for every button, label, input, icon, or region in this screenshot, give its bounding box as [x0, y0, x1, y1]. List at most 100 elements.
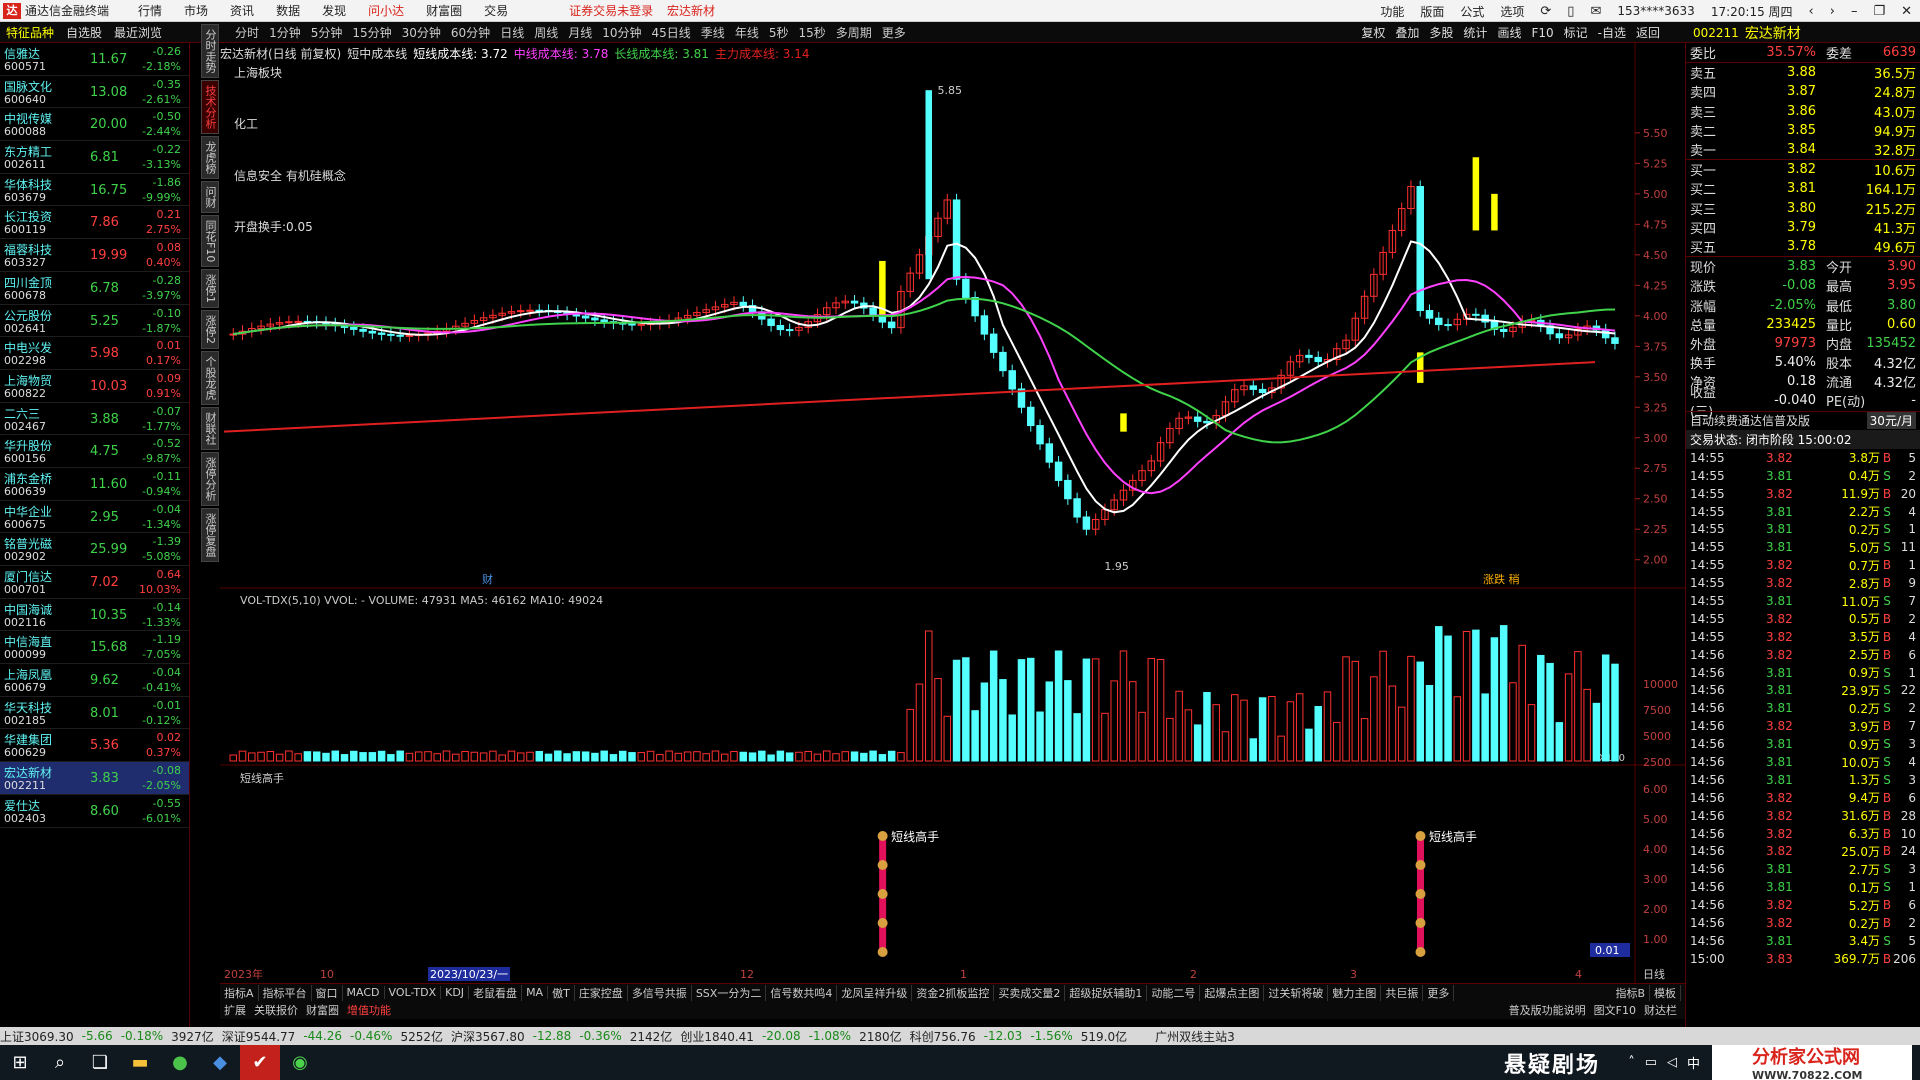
stock-list-item[interactable]: 上海凤凰 600679 9.62 -0.04 -0.41%: [0, 664, 189, 697]
stock-list-item[interactable]: 华升股份 600156 4.75 -0.52 -9.87%: [0, 435, 189, 468]
menu-shuju[interactable]: 数据: [265, 2, 311, 19]
period-60m[interactable]: 60分钟: [446, 24, 495, 41]
browser-icon[interactable]: ●: [160, 1045, 200, 1080]
app-blue-icon[interactable]: ◆: [200, 1045, 240, 1080]
menu-gongneng[interactable]: 功能: [1372, 3, 1412, 20]
stock-list-item[interactable]: 东方精工 002611 6.81 -0.22 -3.13%: [0, 141, 189, 174]
ask-row[interactable]: 卖四 3.87 24.8万: [1686, 82, 1920, 101]
sub-tab-right[interactable]: 财达栏: [1640, 1002, 1681, 1018]
indicator-tab[interactable]: 起爆点主图: [1200, 984, 1265, 1001]
indicator-tab-right[interactable]: 模板: [1650, 984, 1681, 1001]
period-15m[interactable]: 15分钟: [347, 24, 396, 41]
promo-row[interactable]: 自动续费通达信普及版 30元/月: [1686, 410, 1920, 430]
menu-zixun[interactable]: 资讯: [219, 2, 265, 19]
side-tab[interactable]: 分时走势: [201, 24, 219, 78]
side-tab[interactable]: 涨停1: [201, 269, 219, 309]
stock-list-item[interactable]: 国脉文化 600640 13.08 -0.35 -2.61%: [0, 76, 189, 109]
indicator-tab[interactable]: 动能二号: [1147, 984, 1201, 1001]
stock-list-item[interactable]: 铭普光磁 002902 25.99 -1.39 -5.08%: [0, 533, 189, 566]
side-tab[interactable]: 涨停2: [201, 310, 219, 350]
period-5s[interactable]: 5秒: [764, 24, 794, 41]
maximize-icon[interactable]: ❐: [1865, 4, 1893, 19]
stock-list-item[interactable]: 爱仕达 002403 8.60 -0.55 -6.01%: [0, 795, 189, 828]
sub-tab-right[interactable]: 图文F10: [1590, 1002, 1640, 1018]
forward-icon[interactable]: ›: [1822, 4, 1843, 19]
period-45d[interactable]: 45日线: [647, 24, 696, 41]
stock-list-item[interactable]: 公元股份 002641 5.25 -0.10 -1.87%: [0, 305, 189, 338]
tool-huaxian[interactable]: 画线: [1492, 24, 1526, 41]
close-icon[interactable]: ✕: [1893, 4, 1920, 19]
tool-diejia[interactable]: 叠加: [1390, 24, 1424, 41]
menu-jiaoyi[interactable]: 交易: [473, 2, 519, 19]
side-tab[interactable]: 涨停分析: [201, 452, 219, 507]
stock-list-item[interactable]: 中华企业 600675 2.95 -0.04 -1.34%: [0, 501, 189, 534]
period-1m[interactable]: 1分钟: [264, 24, 306, 41]
wechat-icon[interactable]: ◉: [280, 1045, 320, 1080]
period-quarter[interactable]: 季线: [696, 24, 730, 41]
side-tab[interactable]: 问财: [201, 181, 219, 213]
menu-faxian[interactable]: 发现: [311, 2, 357, 19]
chart-area[interactable]: 宏达新材(日线 前复权) 短中成本线 短线成本线: 3.72 中线成本线: 3.…: [220, 43, 1685, 983]
stock-list-item[interactable]: 中国海诚 002116 10.35 -0.14 -1.33%: [0, 599, 189, 632]
tool-fuquan[interactable]: 复权: [1356, 24, 1390, 41]
indicator-tab[interactable]: 信号数共鸣4: [766, 984, 838, 1001]
indicator-tab[interactable]: 指标A: [220, 984, 259, 1001]
list-header-zixuan[interactable]: 自选股: [60, 24, 108, 41]
indicator-tab[interactable]: 更多: [1423, 984, 1455, 1001]
bid-row[interactable]: 买一 3.82 10.6万: [1686, 160, 1920, 179]
indicator-tab[interactable]: KDJ: [441, 986, 470, 999]
period-5m[interactable]: 5分钟: [306, 24, 348, 41]
period-10m[interactable]: 10分钟: [597, 24, 646, 41]
stock-list-item[interactable]: 中视传媒 600088 20.00 -0.50 -2.44%: [0, 108, 189, 142]
server-name[interactable]: 广州双线主站3: [1155, 1028, 1235, 1045]
tool-zixuan[interactable]: -自选: [1593, 24, 1631, 41]
indicator-tab[interactable]: MA: [522, 986, 549, 999]
chart-svg[interactable]: 5.50 5.25 5.00 4.75 4.50 4.25 4.00 3.75 3.50 3.25…: [220, 43, 1685, 983]
side-tab[interactable]: 财联社: [201, 407, 219, 451]
network-icon[interactable]: ▭: [1645, 1055, 1657, 1070]
stock-list-item[interactable]: 长江投资 600119 7.86 0.21 2.75%: [0, 206, 189, 240]
tdx-app-icon[interactable]: ✔: [240, 1045, 280, 1080]
sub-tab[interactable]: 扩展: [220, 1002, 250, 1018]
ask-row[interactable]: 卖三 3.86 43.0万: [1686, 102, 1920, 121]
indicator-tab[interactable]: SSX一分为二: [692, 984, 767, 1001]
indicator-tab-right[interactable]: 指标B: [1611, 984, 1650, 1001]
sub-tab-right[interactable]: 普及版功能说明: [1505, 1002, 1590, 1018]
file-explorer-icon[interactable]: ▬: [120, 1045, 160, 1080]
indicator-tab[interactable]: 过关斩将破: [1264, 984, 1329, 1001]
side-tab[interactable]: 同花F10: [201, 215, 219, 268]
taskbar-banner[interactable]: 悬疑剧场: [1504, 1047, 1600, 1079]
indicator-tab[interactable]: 资金2抓板监控: [912, 984, 995, 1001]
indicator-tab[interactable]: 共巨振: [1381, 984, 1424, 1001]
stock-list-item[interactable]: 四川金顶 600678 6.78 -0.28 -3.97%: [0, 272, 189, 305]
stock-list-item[interactable]: 华建集团 600629 5.36 0.02 0.37%: [0, 729, 189, 763]
stock-list-item[interactable]: 华天科技 002185 8.01 -0.01 -0.12%: [0, 697, 189, 730]
indicator-tab[interactable]: 龙凤呈祥升级: [837, 984, 913, 1001]
bid-row[interactable]: 买五 3.78 49.6万: [1686, 237, 1920, 256]
indicator-tab[interactable]: MACD: [343, 986, 385, 999]
indicator-tab[interactable]: 魅力主图: [1328, 984, 1382, 1001]
stock-list-item[interactable]: 宏达新材 002211 3.83 -0.08 -2.05%: [0, 762, 189, 795]
side-tab[interactable]: 涨停复盘: [201, 508, 219, 563]
bid-row[interactable]: 买二 3.81 164.1万: [1686, 179, 1920, 198]
account-name[interactable]: 153****3633: [1609, 4, 1702, 18]
minimize-icon[interactable]: –: [1843, 4, 1866, 19]
tool-biaoji[interactable]: 标记: [1559, 24, 1593, 41]
list-header-recent[interactable]: 最近浏览: [108, 24, 168, 41]
period-week[interactable]: 周线: [529, 24, 563, 41]
indicator-tab[interactable]: 买卖成交量2: [994, 984, 1066, 1001]
ask-row[interactable]: 卖一 3.84 32.8万: [1686, 140, 1920, 159]
list-header-tezheng[interactable]: 特征品种: [0, 24, 60, 41]
period-year[interactable]: 年线: [730, 24, 764, 41]
indicator-tab[interactable]: VOL-TDX: [385, 986, 442, 999]
stock-list-item[interactable]: 中信海直 000099 15.68 -1.19 -7.05%: [0, 631, 189, 665]
stock-list-item[interactable]: 中电兴发 002298 5.98 0.01 0.17%: [0, 337, 189, 370]
indicator-tab[interactable]: 老鼠看盘: [469, 984, 523, 1001]
menu-banmian[interactable]: 版面: [1412, 3, 1452, 20]
stock-list-item[interactable]: 上海物贸 600822 10.03 0.09 0.91%: [0, 370, 189, 403]
tray-up-icon[interactable]: ˄: [1628, 1055, 1635, 1070]
menu-gongshi[interactable]: 公式: [1452, 3, 1492, 20]
indicator-tab[interactable]: 窗口: [312, 984, 343, 1001]
indicator-tab[interactable]: 傲T: [548, 984, 575, 1001]
period-fenshi[interactable]: 分时: [230, 24, 264, 41]
